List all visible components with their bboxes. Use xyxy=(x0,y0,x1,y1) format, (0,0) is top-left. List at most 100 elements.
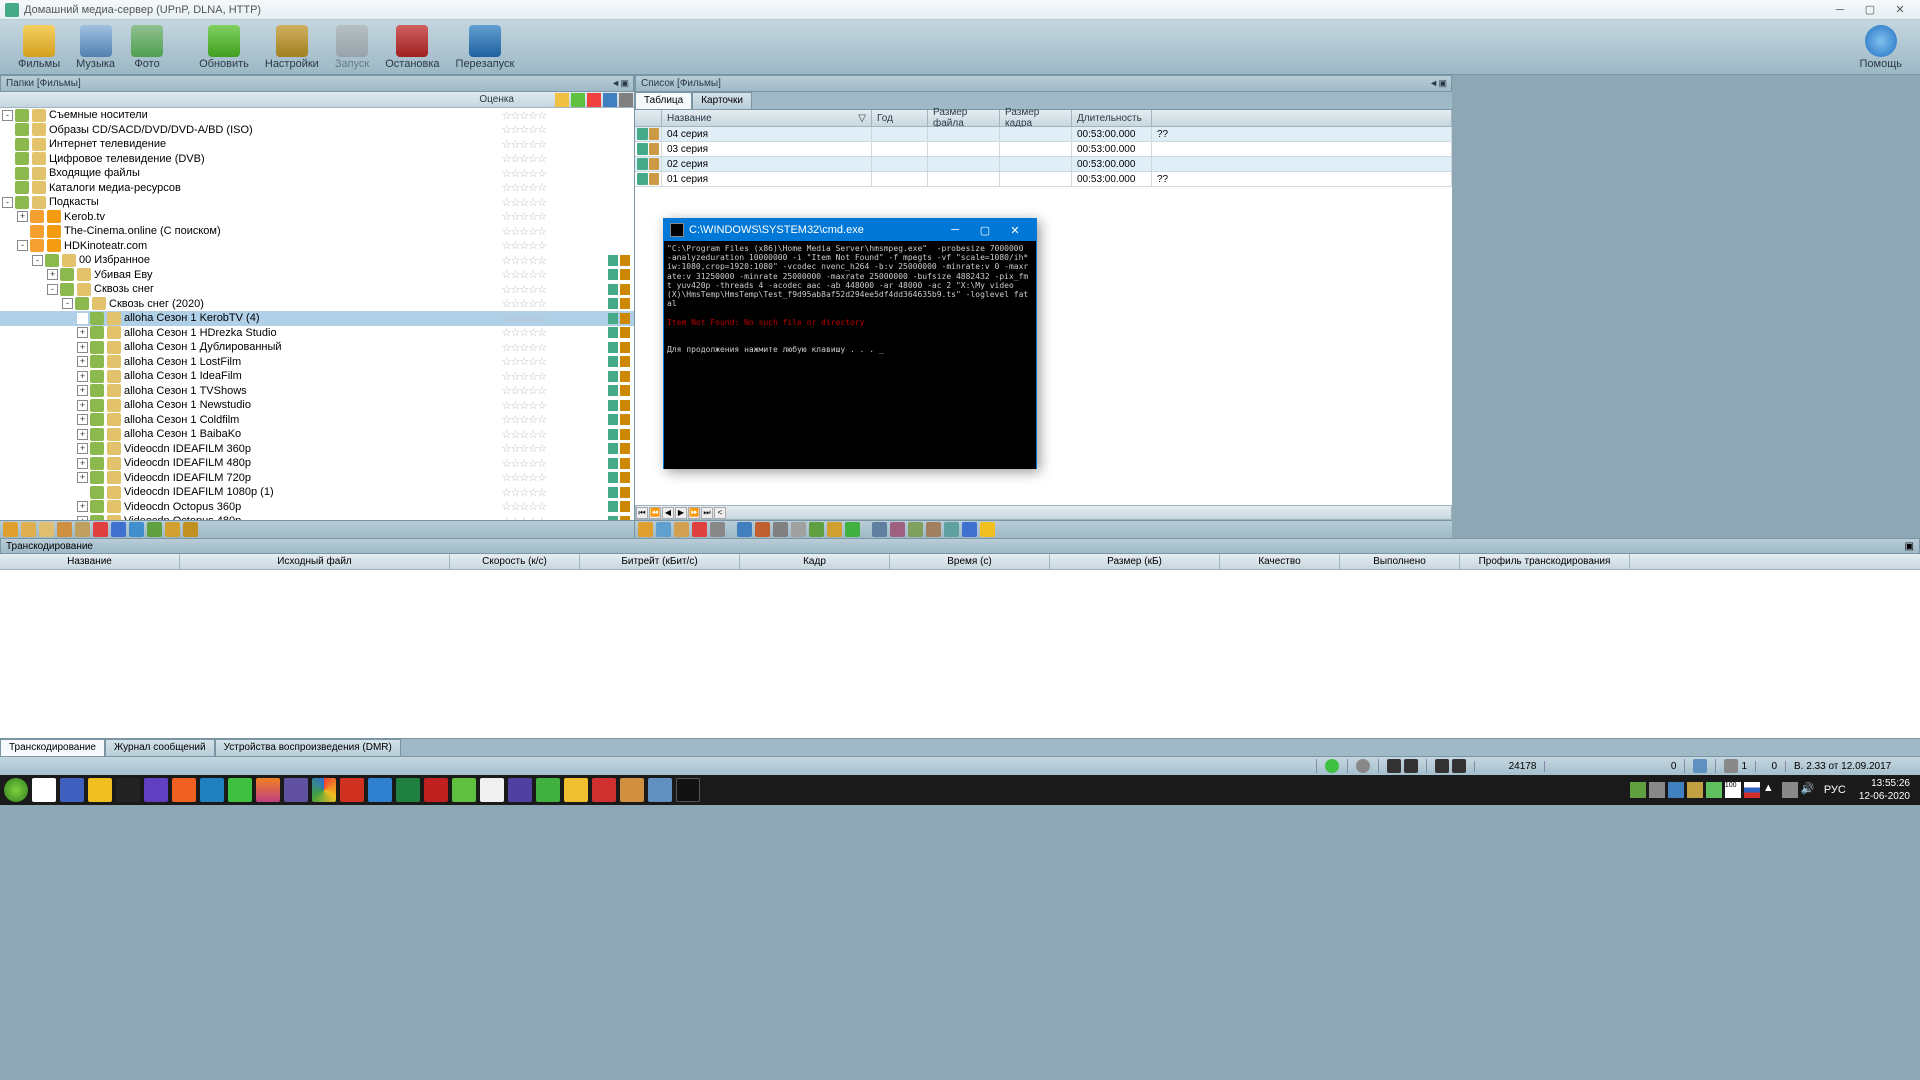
trans-col[interactable]: Размер (кБ) xyxy=(1050,554,1220,569)
task-icon[interactable] xyxy=(200,778,224,802)
col-filesize[interactable]: Размер файла xyxy=(928,110,1000,126)
chrome-icon[interactable] xyxy=(312,778,336,802)
task-icon[interactable] xyxy=(32,778,56,802)
firefox-icon[interactable] xyxy=(256,778,280,802)
play-icon[interactable] xyxy=(845,522,860,537)
tree-item[interactable]: +Убивая Еву☆☆☆☆☆ xyxy=(0,268,634,283)
tool-icon[interactable] xyxy=(890,522,905,537)
tray-icon[interactable] xyxy=(1706,782,1722,798)
task-icon[interactable] xyxy=(592,778,616,802)
rating-stars[interactable]: ☆☆☆☆☆ xyxy=(502,268,546,281)
action-icon[interactable] xyxy=(620,356,630,367)
rating-stars[interactable]: ☆☆☆☆☆ xyxy=(502,326,546,339)
task-icon[interactable] xyxy=(536,778,560,802)
task-icon[interactable] xyxy=(648,778,672,802)
action-icon[interactable] xyxy=(608,356,618,367)
expand-icon[interactable] xyxy=(637,158,648,170)
expand-toggle[interactable] xyxy=(77,487,88,498)
action-icon[interactable] xyxy=(620,371,630,382)
folder-tree[interactable]: -Съемные носители☆☆☆☆☆ Образы CD/SACD/DV… xyxy=(0,108,634,520)
tree-item[interactable]: -Сквозь снег☆☆☆☆☆ xyxy=(0,282,634,297)
rating-stars[interactable]: ☆☆☆☆☆ xyxy=(502,515,546,520)
tab-dmr[interactable]: Устройства воспроизведения (DMR) xyxy=(215,739,401,756)
tree-item[interactable]: -Подкасты☆☆☆☆☆ xyxy=(0,195,634,210)
tree-item[interactable]: +alloha Сезон 1 BaibaKo☆☆☆☆☆ xyxy=(0,427,634,442)
music-button[interactable]: Музыка xyxy=(68,23,123,72)
rating-stars[interactable]: ☆☆☆☆☆ xyxy=(502,123,546,136)
rating-stars[interactable]: ☆☆☆☆☆ xyxy=(502,384,546,397)
rating-stars[interactable]: ☆☆☆☆☆ xyxy=(502,442,546,455)
expand-toggle[interactable]: + xyxy=(77,443,88,454)
rating-stars[interactable]: ☆☆☆☆☆ xyxy=(502,152,546,165)
trans-col[interactable]: Время (c) xyxy=(890,554,1050,569)
tray-lang[interactable]: РУС xyxy=(1820,784,1850,796)
rating-stars[interactable]: ☆☆☆☆☆ xyxy=(502,210,546,223)
tray-icon[interactable] xyxy=(1668,782,1684,798)
expand-toggle[interactable]: + xyxy=(77,400,88,411)
tree-item[interactable]: Цифровое телевидение (DVB)☆☆☆☆☆ xyxy=(0,152,634,167)
tree-item[interactable]: +alloha Сезон 1 LostFilm☆☆☆☆☆ xyxy=(0,355,634,370)
expand-toggle[interactable] xyxy=(17,226,28,237)
minimize-button[interactable]: ─ xyxy=(1825,2,1855,18)
tab-cards[interactable]: Карточки xyxy=(692,92,752,109)
task-icon[interactable] xyxy=(228,778,252,802)
task-icon[interactable] xyxy=(620,778,644,802)
header-icon[interactable] xyxy=(571,93,585,107)
tool-icon[interactable] xyxy=(674,522,689,537)
action-icon[interactable] xyxy=(620,400,630,411)
expand-toggle[interactable]: - xyxy=(62,298,73,309)
tree-item[interactable]: +Videocdn Octopus 360p☆☆☆☆☆ xyxy=(0,500,634,515)
grid-row[interactable]: 04 серия00:53:00.000?? xyxy=(635,127,1452,142)
restart-button[interactable]: Перезапуск xyxy=(448,23,523,72)
cmd-window[interactable]: C:\WINDOWS\SYSTEM32\cmd.exe ─ ▢ ✕ "C:\Pr… xyxy=(663,218,1037,469)
col-extra[interactable] xyxy=(1152,110,1452,126)
tree-item[interactable]: Образы CD/SACD/DVD/DVD-A/BD (ISO)☆☆☆☆☆ xyxy=(0,123,634,138)
expand-toggle[interactable]: + xyxy=(77,458,88,469)
rating-stars[interactable]: ☆☆☆☆☆ xyxy=(502,167,546,180)
action-icon[interactable] xyxy=(608,385,618,396)
expand-toggle[interactable]: - xyxy=(32,255,43,266)
tool-icon[interactable] xyxy=(3,522,18,537)
action-icon[interactable] xyxy=(620,501,630,512)
tool-icon[interactable] xyxy=(692,522,707,537)
tree-item[interactable]: Входящие файлы☆☆☆☆☆ xyxy=(0,166,634,181)
nav-prev-page[interactable]: ⏪ xyxy=(649,507,661,519)
action-icon[interactable] xyxy=(608,327,618,338)
tool-icon[interactable] xyxy=(791,522,806,537)
tool-icon[interactable] xyxy=(75,522,90,537)
task-icon[interactable] xyxy=(452,778,476,802)
nav-next[interactable]: ▶ xyxy=(675,507,687,519)
rating-stars[interactable]: ☆☆☆☆☆ xyxy=(502,370,546,383)
tray-icon[interactable]: 100 xyxy=(1725,782,1741,798)
expand-icon[interactable] xyxy=(637,143,648,155)
action-icon[interactable] xyxy=(608,255,618,266)
expand-toggle[interactable]: - xyxy=(17,240,28,251)
tray-network-icon[interactable] xyxy=(1782,782,1798,798)
task-icon[interactable] xyxy=(88,778,112,802)
cmd-titlebar[interactable]: C:\WINDOWS\SYSTEM32\cmd.exe ─ ▢ ✕ xyxy=(664,219,1036,241)
tree-item[interactable]: +alloha Сезон 1 HDrezka Studio☆☆☆☆☆ xyxy=(0,326,634,341)
trans-col[interactable]: Исходный файл xyxy=(180,554,450,569)
tray-chevron-icon[interactable]: ▲ xyxy=(1763,782,1779,798)
expand-toggle[interactable]: + xyxy=(17,211,28,222)
tool-icon[interactable] xyxy=(980,522,995,537)
col-framesize[interactable]: Размер кадра xyxy=(1000,110,1072,126)
action-icon[interactable] xyxy=(620,472,630,483)
col-year[interactable]: Год xyxy=(872,110,928,126)
task-icon[interactable] xyxy=(424,778,448,802)
trans-col[interactable]: Кадр xyxy=(740,554,890,569)
tray-volume-icon[interactable]: 🔊 xyxy=(1801,782,1817,798)
expand-toggle[interactable]: - xyxy=(2,197,13,208)
cmd-output[interactable]: "C:\Program Files (x86)\Home Media Serve… xyxy=(664,241,1036,469)
action-icon[interactable] xyxy=(608,443,618,454)
tree-item[interactable]: -Съемные носители☆☆☆☆☆ xyxy=(0,108,634,123)
start-button[interactable] xyxy=(4,778,28,802)
expand-toggle[interactable] xyxy=(2,153,13,164)
expand-toggle[interactable]: + xyxy=(77,342,88,353)
action-icon[interactable] xyxy=(620,342,630,353)
tree-item[interactable]: -HDKinoteatr.com☆☆☆☆☆ xyxy=(0,239,634,254)
close-button[interactable]: ✕ xyxy=(1885,2,1915,18)
trans-col[interactable]: Профиль транскодирования xyxy=(1460,554,1630,569)
expand-toggle[interactable]: + xyxy=(77,385,88,396)
tree-item[interactable]: +Videocdn IDEAFILM 720p☆☆☆☆☆ xyxy=(0,471,634,486)
